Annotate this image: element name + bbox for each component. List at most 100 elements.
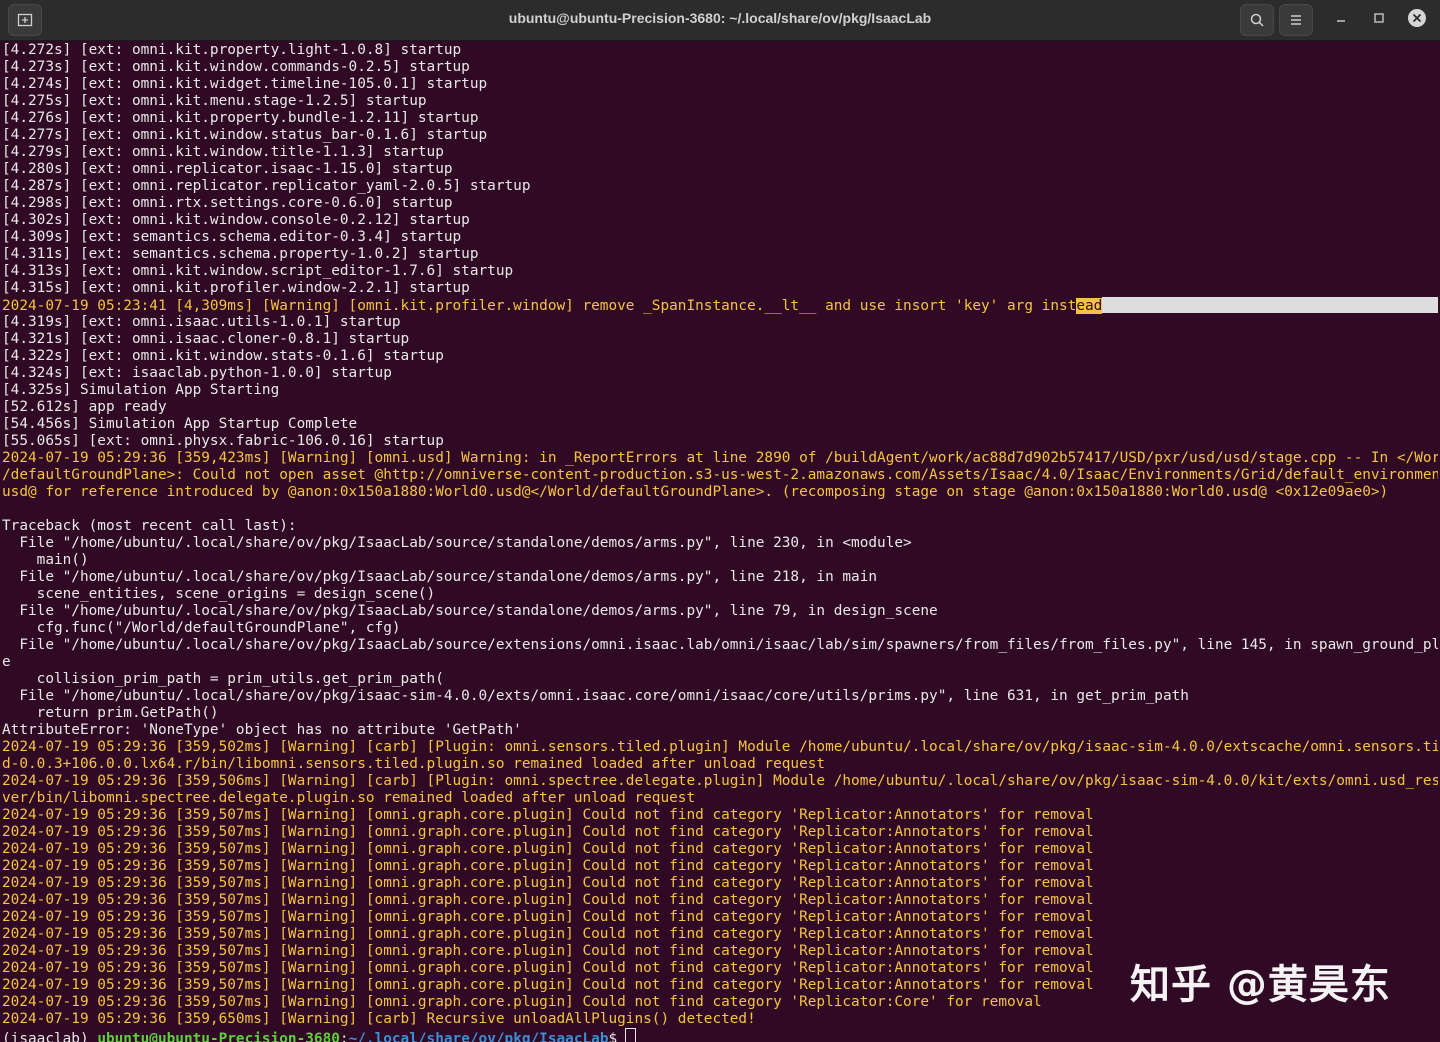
search-button[interactable] bbox=[1240, 4, 1274, 36]
terminal-line: [4.324s] [ext: isaaclab.python-1.0.0] st… bbox=[2, 365, 1438, 382]
terminal-line-text: 2024-07-19 05:29:36 [359,507ms] [Warning… bbox=[2, 807, 1094, 823]
terminal-line-text: 2024-07-19 05:29:36 [359,506ms] [Warning… bbox=[2, 773, 1438, 789]
window-title: ubuntu@ubuntu-Precision-3680: ~/.local/s… bbox=[508, 10, 932, 26]
terminal-line: File "/home/ubuntu/.local/share/ov/pkg/I… bbox=[2, 535, 1438, 552]
terminal-line: main() bbox=[2, 552, 1438, 569]
terminal-line: [4.319s] [ext: omni.isaac.utils-1.0.1] s… bbox=[2, 314, 1438, 331]
terminal-line-text: d-0.0.3+106.0.0.lx64.r/bin/libomni.senso… bbox=[2, 756, 826, 772]
terminal-line: [4.277s] [ext: omni.kit.window.status_ba… bbox=[2, 127, 1438, 144]
terminal-line-text: ver/bin/libomni.spectree.delegate.plugin… bbox=[2, 790, 696, 806]
terminal-line: [4.272s] [ext: omni.kit.property.light-1… bbox=[2, 42, 1438, 59]
terminal-line-text: 2024-07-19 05:29:36 [359,502ms] [Warning… bbox=[2, 739, 1438, 755]
terminal-line-text: 2024-07-19 05:29:36 [359,507ms] [Warning… bbox=[2, 858, 1094, 874]
terminal-line-text: [4.311s] [ext: semantics.schema.property… bbox=[2, 246, 479, 262]
terminal-line: [4.280s] [ext: omni.replicator.isaac-1.1… bbox=[2, 161, 1438, 178]
terminal-line: 2024-07-19 05:29:36 [359,507ms] [Warning… bbox=[2, 926, 1438, 943]
maximize-button[interactable] bbox=[1369, 8, 1389, 28]
terminal-line-text: [4.315s] [ext: omni.kit.profiler.window-… bbox=[2, 280, 470, 296]
terminal-line-text: [4.313s] [ext: omni.kit.window.script_ed… bbox=[2, 263, 514, 279]
terminal-line: [54.456s] Simulation App Startup Complet… bbox=[2, 416, 1438, 433]
terminal-line: Traceback (most recent call last): bbox=[2, 518, 1438, 535]
terminal-line: [4.309s] [ext: semantics.schema.editor-0… bbox=[2, 229, 1438, 246]
terminal-line: [4.311s] [ext: semantics.schema.property… bbox=[2, 246, 1438, 263]
shell-prompt[interactable]: (isaaclab) ubuntu@ubuntu-Precision-3680:… bbox=[2, 1028, 1438, 1042]
terminal-line-text: File "/home/ubuntu/.local/share/ov/pkg/I… bbox=[2, 637, 1438, 653]
terminal-line: 2024-07-19 05:29:36 [359,507ms] [Warning… bbox=[2, 875, 1438, 892]
terminal-line-text: [55.065s] [ext: omni.physx.fabric-106.0.… bbox=[2, 433, 444, 449]
prompt-symbol: $ bbox=[608, 1031, 618, 1042]
terminal-line-text: 2024-07-19 05:29:36 [359,507ms] [Warning… bbox=[2, 943, 1094, 959]
terminal-line-text: File "/home/ubuntu/.local/share/ov/pkg/I… bbox=[2, 535, 912, 551]
terminal-line: File "/home/ubuntu/.local/share/ov/pkg/I… bbox=[2, 569, 1438, 586]
terminal-line: File "/home/ubuntu/.local/share/ov/pkg/i… bbox=[2, 688, 1438, 705]
terminal-line: [4.298s] [ext: omni.rtx.settings.core-0.… bbox=[2, 195, 1438, 212]
terminal-line: File "/home/ubuntu/.local/share/ov/pkg/I… bbox=[2, 603, 1438, 620]
terminal-line-text: usd@ for reference introduced by @anon:0… bbox=[2, 484, 1389, 500]
terminal-line: d-0.0.3+106.0.0.lx64.r/bin/libomni.senso… bbox=[2, 756, 1438, 773]
terminal-line-text: 2024-07-19 05:29:36 [359,507ms] [Warning… bbox=[2, 841, 1094, 857]
terminal-line-text: 2024-07-19 05:23:41 [4,309ms] [Warning] … bbox=[2, 298, 1077, 314]
terminal-line-text: [4.287s] [ext: omni.replicator.replicato… bbox=[2, 178, 531, 194]
terminal-line: [4.302s] [ext: omni.kit.window.console-0… bbox=[2, 212, 1438, 229]
terminal-line: 2024-07-19 05:23:41 [4,309ms] [Warning] … bbox=[2, 297, 1438, 314]
prompt-user-host: ubuntu@ubuntu-Precision-3680 bbox=[97, 1031, 340, 1042]
terminal-line-text: [54.456s] Simulation App Startup Complet… bbox=[2, 416, 358, 432]
terminal-line-text: 2024-07-19 05:29:36 [359,507ms] [Warning… bbox=[2, 994, 1042, 1010]
maximize-icon bbox=[1374, 13, 1384, 23]
terminal-line: e bbox=[2, 654, 1438, 671]
terminal-line-text: File "/home/ubuntu/.local/share/ov/pkg/I… bbox=[2, 569, 878, 585]
close-icon bbox=[1408, 9, 1426, 27]
selection-highlight: ead bbox=[1076, 298, 1103, 314]
terminal-line: 2024-07-19 05:29:36 [359,423ms] [Warning… bbox=[2, 450, 1438, 467]
terminal-line-text: 2024-07-19 05:29:36 [359,507ms] [Warning… bbox=[2, 875, 1094, 891]
terminal-line-text: 2024-07-19 05:29:36 [359,423ms] [Warning… bbox=[2, 450, 1438, 466]
terminal-line: cfg.func("/World/defaultGroundPlane", cf… bbox=[2, 620, 1438, 637]
terminal-line-text: [4.276s] [ext: omni.kit.property.bundle-… bbox=[2, 110, 479, 126]
terminal-line: 2024-07-19 05:29:36 [359,506ms] [Warning… bbox=[2, 773, 1438, 790]
terminal-line: 2024-07-19 05:29:36 [359,650ms] [Warning… bbox=[2, 1011, 1438, 1028]
watermark-text: 知乎 @黄昊东 bbox=[1130, 962, 1391, 1008]
terminal-line: scene_entities, scene_origins = design_s… bbox=[2, 586, 1438, 603]
terminal-line: [4.275s] [ext: omni.kit.menu.stage-1.2.5… bbox=[2, 93, 1438, 110]
terminal-line-text: 2024-07-19 05:29:36 [359,507ms] [Warning… bbox=[2, 926, 1094, 942]
terminal-line: [4.274s] [ext: omni.kit.widget.timeline-… bbox=[2, 76, 1438, 93]
terminal-output[interactable]: [4.272s] [ext: omni.kit.property.light-1… bbox=[2, 42, 1438, 1042]
minimize-button[interactable] bbox=[1331, 8, 1351, 28]
terminal-line-text: 2024-07-19 05:29:36 [359,507ms] [Warning… bbox=[2, 824, 1094, 840]
terminal-line: 2024-07-19 05:29:36 [359,507ms] [Warning… bbox=[2, 841, 1438, 858]
terminal-line-text: [4.280s] [ext: omni.replicator.isaac-1.1… bbox=[2, 161, 453, 177]
terminal-line-text: [4.272s] [ext: omni.kit.property.light-1… bbox=[2, 42, 462, 58]
terminal-line-text: 2024-07-19 05:29:36 [359,507ms] [Warning… bbox=[2, 909, 1094, 925]
terminal-line-text: [4.321s] [ext: omni.isaac.cloner-0.8.1] … bbox=[2, 331, 410, 347]
terminal-line-text: collision_prim_path = prim_utils.get_pri… bbox=[2, 671, 444, 687]
terminal-line-text: /defaultGroundPlane>: Could not open ass… bbox=[2, 467, 1438, 483]
terminal-line: [4.279s] [ext: omni.kit.window.title-1.1… bbox=[2, 144, 1438, 161]
search-icon bbox=[1250, 13, 1264, 27]
terminal-line: [4.321s] [ext: omni.isaac.cloner-0.8.1] … bbox=[2, 331, 1438, 348]
terminal-line: [4.315s] [ext: omni.kit.profiler.window-… bbox=[2, 280, 1438, 297]
close-button[interactable] bbox=[1407, 8, 1427, 28]
terminal-line: [4.287s] [ext: omni.replicator.replicato… bbox=[2, 178, 1438, 195]
terminal-line: 2024-07-19 05:29:36 [359,507ms] [Warning… bbox=[2, 892, 1438, 909]
terminal-line-text: 2024-07-19 05:29:36 [359,507ms] [Warning… bbox=[2, 892, 1094, 908]
terminal-line: 2024-07-19 05:29:36 [359,502ms] [Warning… bbox=[2, 739, 1438, 756]
terminal-line: /defaultGroundPlane>: Could not open ass… bbox=[2, 467, 1438, 484]
terminal-line-text: [4.274s] [ext: omni.kit.widget.timeline-… bbox=[2, 76, 488, 92]
terminal-line-text: 2024-07-19 05:29:36 [359,650ms] [Warning… bbox=[2, 1011, 756, 1027]
terminal-line-text: main() bbox=[2, 552, 89, 568]
terminal-line: 2024-07-19 05:29:36 [359,507ms] [Warning… bbox=[2, 807, 1438, 824]
menu-button[interactable] bbox=[1279, 4, 1313, 36]
terminal-line: [55.065s] [ext: omni.physx.fabric-106.0.… bbox=[2, 433, 1438, 450]
selection-highlight-trailing bbox=[1102, 297, 1438, 313]
terminal-line: 2024-07-19 05:29:36 [359,507ms] [Warning… bbox=[2, 858, 1438, 875]
terminal-line: ver/bin/libomni.spectree.delegate.plugin… bbox=[2, 790, 1438, 807]
prompt-separator: : bbox=[339, 1031, 349, 1042]
terminal-line: 2024-07-19 05:29:36 [359,507ms] [Warning… bbox=[2, 909, 1438, 926]
terminal-line-text: [52.612s] app ready bbox=[2, 399, 167, 415]
terminal-line: [4.313s] [ext: omni.kit.window.script_ed… bbox=[2, 263, 1438, 280]
terminal-line-text: [4.309s] [ext: semantics.schema.editor-0… bbox=[2, 229, 462, 245]
terminal-line-text: 2024-07-19 05:29:36 [359,507ms] [Warning… bbox=[2, 960, 1094, 976]
terminal-line: [4.273s] [ext: omni.kit.window.commands-… bbox=[2, 59, 1438, 76]
prompt-env: (isaaclab) bbox=[2, 1031, 98, 1042]
